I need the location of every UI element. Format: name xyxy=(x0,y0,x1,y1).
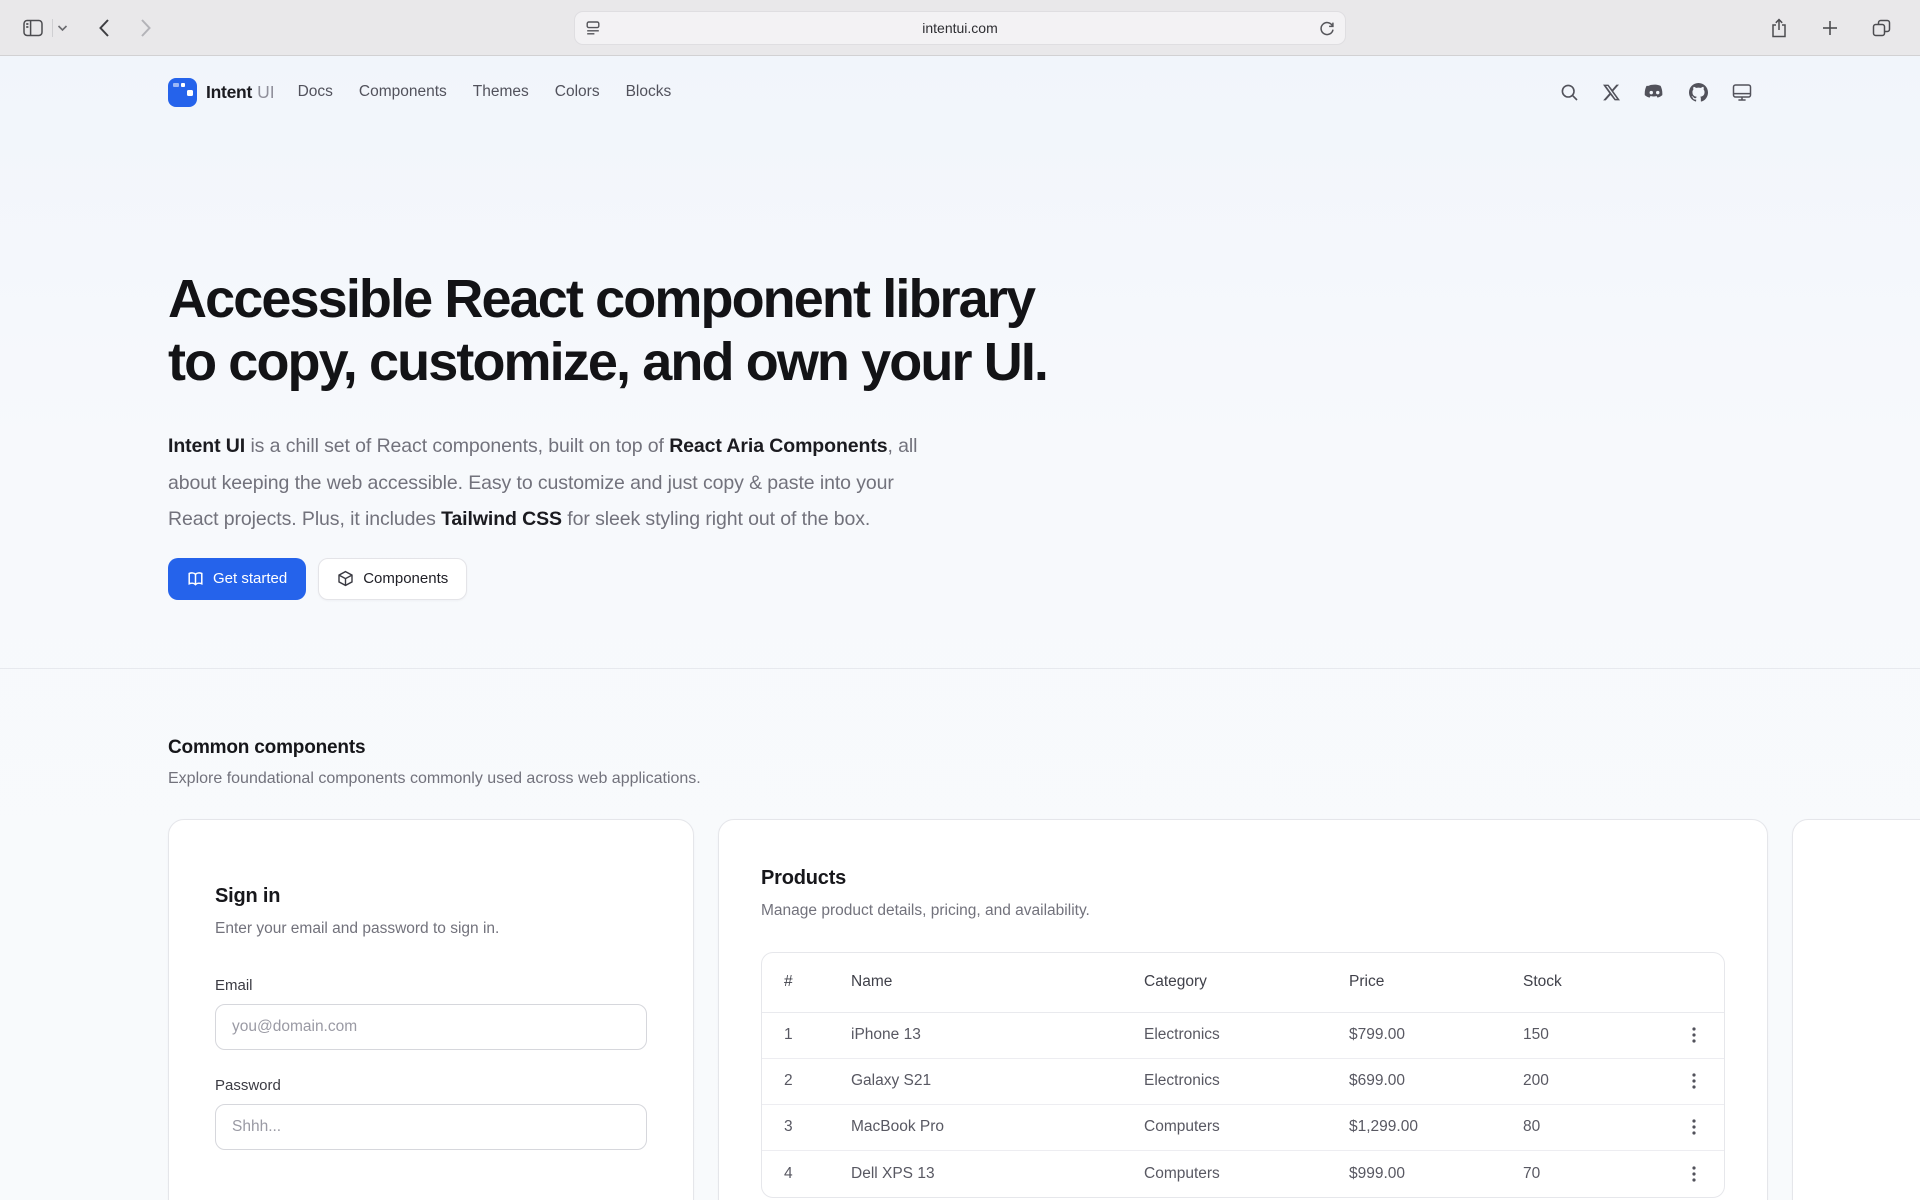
row-actions-menu-icon[interactable] xyxy=(1680,1067,1708,1095)
components-button[interactable]: Components xyxy=(318,558,467,600)
password-label: Password xyxy=(215,1076,647,1096)
col-header-price[interactable]: Price xyxy=(1349,973,1523,991)
cell-stock: 200 xyxy=(1523,1072,1663,1090)
cell-name: Dell XPS 13 xyxy=(851,1165,1144,1183)
col-header-category[interactable]: Category xyxy=(1144,973,1349,991)
password-field[interactable] xyxy=(215,1104,647,1150)
url-text[interactable]: intentui.com xyxy=(922,20,997,36)
cell-price: $699.00 xyxy=(1349,1072,1523,1090)
intent-ui-logo-icon xyxy=(168,78,197,107)
row-actions-menu-icon[interactable] xyxy=(1680,1021,1708,1049)
cell-num: 1 xyxy=(784,1026,851,1044)
cell-category: Computers xyxy=(1144,1165,1349,1183)
cell-stock: 150 xyxy=(1523,1026,1663,1044)
cell-price: $999.00 xyxy=(1349,1165,1523,1183)
share-icon[interactable] xyxy=(1764,13,1794,43)
hero-heading-line2: to copy, customize, and own your UI. xyxy=(168,331,1752,394)
reload-icon[interactable] xyxy=(1319,20,1335,36)
sidebar-toggle-icon[interactable] xyxy=(18,13,48,43)
cell-price: $1,299.00 xyxy=(1349,1118,1523,1136)
table-row[interactable]: 4 Dell XPS 13 Computers $999.00 70 xyxy=(762,1151,1724,1197)
x-icon[interactable] xyxy=(1603,84,1620,101)
cell-num: 4 xyxy=(784,1165,851,1183)
chevron-down-icon[interactable] xyxy=(57,24,75,32)
get-started-button[interactable]: Get started xyxy=(168,558,306,600)
display-theme-icon[interactable] xyxy=(1732,83,1752,102)
section-title: Common components xyxy=(168,735,1752,761)
nav-links: Docs Components Themes Colors Blocks xyxy=(298,83,672,101)
col-header-name[interactable]: Name xyxy=(851,973,1144,991)
tabs-overview-icon[interactable] xyxy=(1866,13,1896,43)
nav-link-docs[interactable]: Docs xyxy=(298,83,333,101)
cell-name: MacBook Pro xyxy=(851,1118,1144,1136)
browser-toolbar: intentui.com xyxy=(0,0,1920,56)
cell-name: Galaxy S21 xyxy=(851,1072,1144,1090)
brand-home-link[interactable]: Intent UI xyxy=(168,78,275,107)
table-row[interactable]: 3 MacBook Pro Computers $1,299.00 80 xyxy=(762,1105,1724,1151)
cell-num: 3 xyxy=(784,1118,851,1136)
products-table: # Name Category Price Stock 1 iPhone 13 … xyxy=(761,952,1725,1198)
discord-icon[interactable] xyxy=(1644,84,1665,101)
cell-stock: 70 xyxy=(1523,1165,1663,1183)
hero-heading: Accessible React component library to co… xyxy=(168,268,1752,394)
github-icon[interactable] xyxy=(1689,83,1708,102)
hero-paragraph: Intent UI is a chill set of React compon… xyxy=(168,428,933,538)
new-tab-icon[interactable] xyxy=(1815,13,1845,43)
products-card: Products Manage product details, pricing… xyxy=(718,819,1768,1200)
hero-text: for sleek styling right out of the box. xyxy=(562,508,870,530)
cell-num: 2 xyxy=(784,1072,851,1090)
back-icon[interactable] xyxy=(89,13,119,43)
reader-icon[interactable] xyxy=(585,20,601,36)
products-subtitle: Manage product details, pricing, and ava… xyxy=(761,900,1725,922)
cell-stock: 80 xyxy=(1523,1118,1663,1136)
email-field[interactable] xyxy=(215,1004,647,1050)
nav-link-themes[interactable]: Themes xyxy=(473,83,529,101)
search-icon[interactable] xyxy=(1560,83,1579,102)
hero-bold-tailwind: Tailwind CSS xyxy=(441,508,562,530)
col-header-stock[interactable]: Stock xyxy=(1523,973,1663,991)
signin-title: Sign in xyxy=(215,882,647,910)
signin-card: Sign in Enter your email and password to… xyxy=(168,819,694,1200)
cube-icon xyxy=(337,570,354,587)
components-label: Components xyxy=(363,570,448,587)
table-row[interactable]: 1 iPhone 13 Electronics $799.00 150 xyxy=(762,1013,1724,1059)
signin-subtitle: Enter your email and password to sign in… xyxy=(215,918,647,940)
table-header-row: # Name Category Price Stock xyxy=(762,953,1724,1013)
row-actions-menu-icon[interactable] xyxy=(1680,1160,1708,1188)
forward-icon[interactable] xyxy=(131,13,161,43)
email-label: Email xyxy=(215,976,647,996)
nav-link-blocks[interactable]: Blocks xyxy=(626,83,672,101)
products-title: Products xyxy=(761,864,1725,892)
hero-bold-react-aria: React Aria Components xyxy=(669,435,887,457)
component-cards-row: Sign in Enter your email and password to… xyxy=(168,819,1752,1200)
cell-category: Electronics xyxy=(1144,1026,1349,1044)
section-divider xyxy=(0,668,1920,669)
toolbar-divider xyxy=(52,19,53,37)
book-open-icon xyxy=(187,571,204,587)
row-actions-menu-icon[interactable] xyxy=(1680,1113,1708,1141)
address-bar[interactable]: intentui.com xyxy=(574,11,1346,45)
hero-bold-intent-ui: Intent UI xyxy=(168,435,245,457)
site-navbar: Intent UI Docs Components Themes Colors … xyxy=(168,70,1752,114)
hero-text: is a chill set of React components, buil… xyxy=(245,435,669,457)
cell-category: Electronics xyxy=(1144,1072,1349,1090)
get-started-label: Get started xyxy=(213,570,287,587)
hero-heading-line1: Accessible React component library xyxy=(168,268,1752,331)
next-card-partial xyxy=(1792,819,1920,1200)
nav-link-colors[interactable]: Colors xyxy=(555,83,600,101)
brand-name-suffix: UI xyxy=(257,82,275,103)
webpage: Intent UI Docs Components Themes Colors … xyxy=(0,56,1920,1200)
section-subtitle: Explore foundational components commonly… xyxy=(168,768,1752,790)
cell-name: iPhone 13 xyxy=(851,1026,1144,1044)
table-row[interactable]: 2 Galaxy S21 Electronics $699.00 200 xyxy=(762,1059,1724,1105)
cell-price: $799.00 xyxy=(1349,1026,1523,1044)
col-header-num[interactable]: # xyxy=(784,973,851,991)
cell-category: Computers xyxy=(1144,1118,1349,1136)
brand-name: Intent xyxy=(206,82,252,103)
nav-link-components[interactable]: Components xyxy=(359,83,447,101)
